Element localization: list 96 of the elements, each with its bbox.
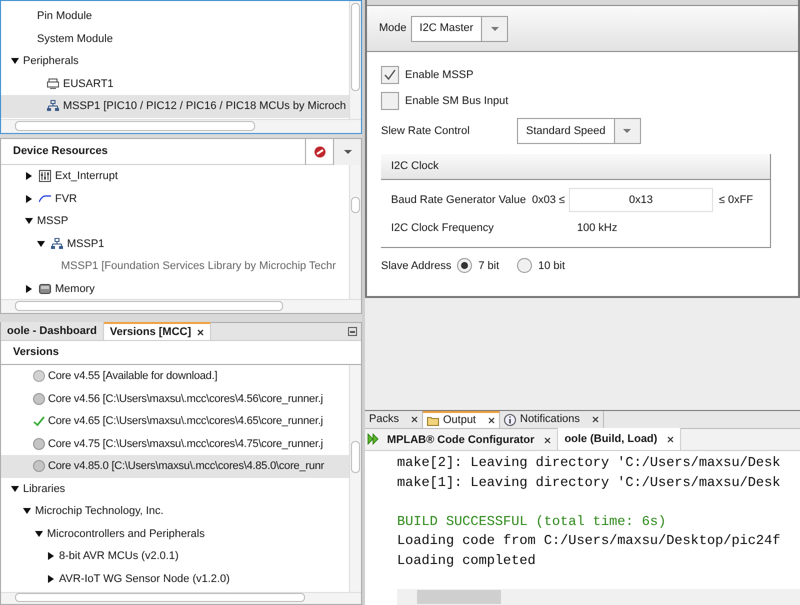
- tree-item[interactable]: MSSP1 [Foundation Services Library by Microchip Techr: [61, 258, 336, 274]
- tab[interactable]: oole - Dashboard: [1, 322, 104, 340]
- panel-title: Device Resources: [12, 144, 109, 160]
- tab[interactable]: Output: [422, 411, 500, 428]
- field-label: I2C Clock Frequency: [391, 221, 495, 236]
- tree-item[interactable]: EUSART1: [63, 76, 114, 92]
- list-item[interactable]: Core v4.55 [Available for download.]: [48, 368, 218, 384]
- range-min: 0x03 ≤: [532, 192, 565, 208]
- tab[interactable]: Versions [MCC]: [104, 322, 212, 340]
- expanded-arrow-icon[interactable]: [35, 530, 43, 538]
- scrollbar-thumb[interactable]: [15, 593, 305, 602]
- tree-item[interactable]: 8-bit AVR MCUs (v2.0.1): [59, 548, 179, 564]
- radio-button[interactable]: [457, 258, 472, 274]
- scrollbar-thumb[interactable]: [15, 121, 255, 131]
- collapsed-arrow-icon[interactable]: [47, 552, 55, 560]
- collapsed-arrow-icon[interactable]: [47, 574, 55, 583]
- close-icon: [197, 328, 204, 336]
- check-icon: [384, 69, 396, 81]
- group-title: I2C Clock: [391, 159, 439, 174]
- sliders-icon: [39, 170, 51, 182]
- scrollbar[interactable]: [1, 299, 361, 313]
- scrollbar[interactable]: [1, 592, 361, 604]
- scrollbar[interactable]: [349, 365, 361, 592]
- tree-item[interactable]: Peripherals: [23, 53, 79, 70]
- curve-icon: [39, 192, 51, 205]
- output-line: make[2]: Leaving directory 'C:/Users/maxsu/Desk: [397, 456, 780, 471]
- close-icon: [544, 436, 552, 444]
- expanded-arrow-icon[interactable]: [11, 57, 19, 66]
- checkbox-label: Enable MSSP: [405, 68, 474, 83]
- tree-item[interactable]: MSSP: [37, 213, 68, 230]
- network-icon: [51, 238, 63, 250]
- slew-rate-dropdown[interactable]: Standard Speed: [517, 118, 641, 144]
- list-item[interactable]: Core v4.56 [C:\Users\maxsu\.mcc\cores\4.56\core_runner.j: [48, 390, 323, 407]
- caret-icon: [623, 129, 632, 133]
- minimize-icon[interactable]: [348, 327, 357, 336]
- field-label: Mode: [379, 21, 407, 36]
- run-icon[interactable]: [367, 433, 379, 445]
- tree-item[interactable]: System Module: [37, 30, 113, 47]
- expanded-arrow-icon[interactable]: [23, 507, 31, 516]
- tree-item[interactable]: Microchip Technology, Inc.: [35, 503, 164, 520]
- checkbox-label: Enable SM Bus Input: [405, 94, 508, 109]
- info-icon: [504, 414, 516, 426]
- stop-icon: [314, 146, 326, 158]
- tree-item[interactable]: Microcontrollers and Peripherals: [47, 526, 205, 542]
- expanded-arrow-icon[interactable]: [37, 240, 45, 248]
- scrollbar[interactable]: [1, 119, 361, 133]
- checkbox[interactable]: [381, 66, 399, 84]
- mode-dropdown[interactable]: I2C Master: [410, 16, 508, 42]
- device-icon: [47, 78, 59, 90]
- tree-item[interactable]: Ext_Interrupt: [55, 168, 118, 184]
- tab[interactable]: oole (Build, Load): [558, 428, 682, 450]
- radio-label: 10 bit: [538, 258, 566, 274]
- scrollbar-thumb[interactable]: [351, 3, 360, 91]
- collapsed-arrow-icon[interactable]: [25, 284, 33, 293]
- field-label: Slew Rate Control: [381, 124, 471, 139]
- field-label: Baud Rate Generator Value: [391, 192, 526, 208]
- tree-item[interactable]: Memory: [55, 280, 95, 297]
- close-icon: [410, 416, 418, 423]
- scrollbar[interactable]: [397, 589, 800, 605]
- output-line: Loading completed: [397, 554, 536, 568]
- list-item[interactable]: Core v4.65 [C:\Users\maxsu\.mcc\cores\4.65\core_runner.j: [48, 413, 323, 430]
- close-icon: [667, 436, 674, 442]
- output-line: Loading code from C:/Users/maxsu/Desktop/pic24f: [397, 534, 780, 549]
- scrollbar[interactable]: [349, 1, 361, 119]
- tree-item[interactable]: AVR-IoT WG Sensor Node (v1.2.0): [59, 570, 230, 587]
- range-max: ≤ 0xFF: [718, 192, 754, 208]
- scrollbar-thumb[interactable]: [351, 197, 360, 213]
- expanded-arrow-icon[interactable]: [11, 484, 19, 493]
- field-label: Slave Address: [381, 258, 452, 274]
- folder-icon: [426, 415, 439, 426]
- chip-icon: [39, 282, 51, 295]
- tree-item[interactable]: Pin Module: [37, 8, 92, 24]
- tree-item[interactable]: Libraries: [23, 480, 66, 497]
- expanded-arrow-icon[interactable]: [25, 217, 33, 226]
- caret-icon: [490, 26, 499, 30]
- network-icon: [47, 100, 59, 112]
- output-line: BUILD SUCCESSFUL (total time: 6s): [397, 514, 666, 530]
- panel-title: Versions: [12, 345, 59, 360]
- close-icon: [592, 416, 599, 423]
- tree-item[interactable]: FVR: [55, 190, 77, 207]
- close-icon: [488, 417, 495, 424]
- output-line: make[1]: Leaving directory 'C:/Users/maxsu/Desk: [397, 476, 780, 490]
- scrollbar[interactable]: [349, 165, 361, 299]
- scrollbar-thumb[interactable]: [351, 441, 360, 473]
- checkbox[interactable]: [381, 92, 399, 110]
- radio-button[interactable]: [517, 258, 532, 274]
- caret-icon: [344, 150, 352, 154]
- tree-item[interactable]: MSSP1: [67, 236, 104, 252]
- list-item[interactable]: Core v4.75 [C:\Users\maxsu\.mcc\cores\4.75\core_runner.j: [48, 436, 323, 452]
- baud-rate-field[interactable]: 0x13: [568, 188, 713, 212]
- collapsed-arrow-icon[interactable]: [25, 172, 33, 180]
- frequency-value: 100 kHz: [577, 221, 618, 236]
- radio-label: 7 bit: [478, 258, 500, 274]
- scrollbar-thumb[interactable]: [417, 590, 501, 604]
- scrollbar-thumb[interactable]: [15, 301, 283, 311]
- collapsed-arrow-icon[interactable]: [25, 194, 33, 203]
